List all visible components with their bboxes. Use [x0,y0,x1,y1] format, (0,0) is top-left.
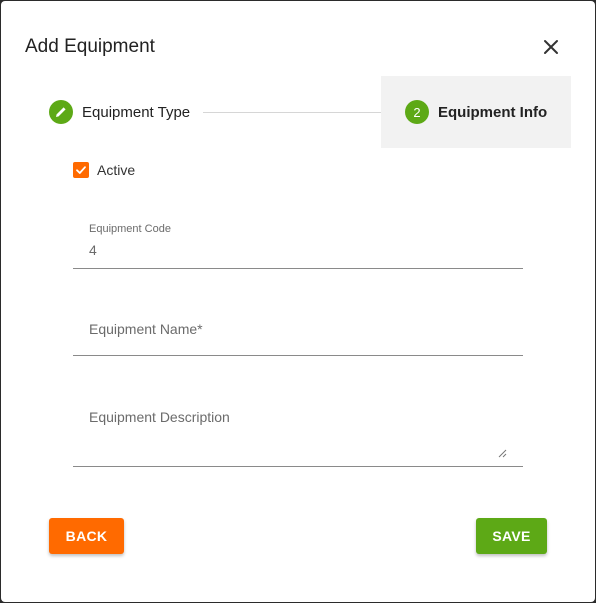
equipment-description-placeholder: Equipment Description [89,409,230,425]
close-icon [544,40,558,54]
pencil-icon [56,107,66,117]
back-button[interactable]: BACK [49,518,124,554]
equipment-code-field[interactable]: Equipment Code 4 [73,211,523,269]
dialog-title: Add Equipment [25,36,155,57]
active-checkbox-label: Active [97,162,136,178]
active-checkbox-row: Active [73,162,135,178]
equipment-code-value: 4 [89,242,97,258]
step-equipment-info[interactable]: 2 Equipment Info [405,100,547,124]
equipment-name-input[interactable]: Equipment Name* [73,301,523,356]
add-equipment-dialog: Add Equipment Equipment Type 2 Equipment… [1,1,595,602]
step-1-label: Equipment Type [82,103,191,121]
step-equipment-type[interactable]: Equipment Type [49,100,190,124]
step-2-label: Equipment Info [438,103,548,121]
step-1-indicator [49,100,73,124]
close-button[interactable] [539,35,563,59]
save-button[interactable]: SAVE [476,518,547,554]
equipment-description-textarea[interactable]: Equipment Description [73,391,523,467]
step-2-indicator: 2 [405,100,429,124]
equipment-code-label: Equipment Code [89,223,171,235]
equipment-name-placeholder: Equipment Name* [89,321,203,337]
checkmark-icon [76,166,86,174]
stepper-connector [203,112,399,113]
active-checkbox[interactable] [73,162,89,178]
resize-handle-icon[interactable] [497,448,507,458]
